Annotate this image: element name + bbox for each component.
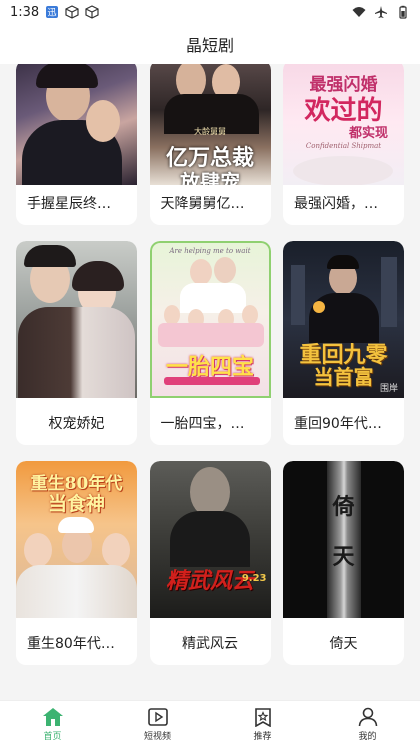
app-header: 晶短剧 [0, 24, 420, 64]
status-bar: 1:38 迅 [0, 0, 420, 24]
poster-tag: 9.23 [241, 573, 267, 584]
app-notification-icon: 迅 [46, 6, 59, 19]
drama-grid: 手握星辰终… 大龄舅舅 亿万总裁 放肆宠 天降舅舅亿… 最强闪婚 欢过的 都实现… [16, 64, 404, 665]
drama-title: 重回90年代… [294, 416, 382, 432]
cube-icon [65, 5, 79, 19]
status-right [352, 5, 410, 19]
nav-home[interactable]: 首页 [0, 701, 105, 747]
star-icon [254, 707, 271, 727]
drama-card[interactable]: 精武风云 9.23 精武风云 [149, 461, 271, 665]
poster-subline-2: 都实现 [348, 126, 388, 141]
nav-recommend[interactable]: 推荐 [210, 701, 315, 747]
status-left: 1:38 迅 [10, 5, 99, 20]
drama-title: 天降舅舅亿… [160, 196, 245, 212]
nav-short-video[interactable]: 短视频 [105, 701, 210, 747]
home-icon [42, 707, 63, 726]
drama-title: 重生80年代… [27, 636, 115, 652]
poster-caption: Are helping me to wait [169, 247, 251, 255]
drama-title: 最强闪婚，… [294, 196, 378, 212]
nav-home-label: 首页 [43, 731, 62, 742]
poster-tag: 围岸 [379, 384, 398, 394]
wifi-icon [352, 7, 366, 17]
airplane-icon [375, 6, 387, 18]
drama-card[interactable]: 重回九零 当首富 围岸 重回90年代… [283, 241, 404, 445]
drama-card[interactable]: 权宠娇妃 [16, 241, 137, 445]
drama-poster: 重回九零 当首富 围岸 [283, 241, 404, 398]
drama-poster: 大龄舅舅 亿万总裁 放肆宠 [149, 64, 271, 185]
app-title: 晶短剧 [185, 36, 234, 55]
nav-recommend-label: 推荐 [253, 731, 272, 742]
drama-title: 一胎四宝，… [160, 416, 245, 432]
drama-poster: 最强闪婚 欢过的 都实现 Confidential Shipmat [283, 64, 404, 185]
drama-poster: 精武风云 9.23 [149, 461, 271, 618]
drama-title: 倚天 [329, 636, 358, 652]
nav-short-video-label: 短视频 [143, 731, 171, 742]
poster-subline: 天 [332, 544, 355, 570]
drama-card[interactable]: 最强闪婚 欢过的 都实现 Confidential Shipmat 最强闪婚，… [283, 64, 404, 225]
drama-card[interactable]: 倚 天 倚天 [283, 461, 404, 665]
status-time: 1:38 [10, 4, 40, 20]
poster-headline: 倚 [332, 494, 355, 520]
drama-poster: 倚 天 [283, 461, 404, 618]
nav-mine-label: 我的 [358, 731, 377, 742]
drama-title: 精武风云 [182, 636, 238, 652]
drama-card[interactable]: Are helping me to wait 一胎四宝 一胎四宝，… [149, 241, 271, 445]
drama-list[interactable]: 手握星辰终… 大龄舅舅 亿万总裁 放肆宠 天降舅舅亿… 最强闪婚 欢过的 都实现… [0, 64, 420, 700]
drama-card[interactable]: 手握星辰终… [16, 64, 137, 225]
svg-text:迅: 迅 [48, 8, 57, 19]
video-icon [147, 707, 168, 726]
poster-subline: 当食神 [47, 493, 105, 515]
bottom-nav: 首页 短视频 推荐 我的 [0, 700, 420, 747]
cube-icon-2 [85, 5, 99, 19]
drama-title: 权宠娇妃 [48, 416, 105, 432]
person-icon [358, 707, 377, 726]
drama-card[interactable]: 重生80年代 当食神 重生80年代… [16, 461, 137, 665]
poster-caption: Confidential Shipmat [305, 142, 382, 150]
drama-title: 手握星辰终… [27, 196, 111, 212]
battery-icon [399, 5, 407, 19]
drama-poster: 重生80年代 当食神 [16, 461, 137, 618]
nav-mine[interactable]: 我的 [315, 701, 420, 747]
drama-card[interactable]: 大龄舅舅 亿万总裁 放肆宠 天降舅舅亿… [149, 64, 271, 225]
drama-poster: Are helping me to wait 一胎四宝 [149, 241, 271, 398]
drama-poster [16, 241, 137, 398]
drama-poster [16, 64, 137, 185]
poster-tag: 大龄舅舅 [194, 127, 226, 136]
